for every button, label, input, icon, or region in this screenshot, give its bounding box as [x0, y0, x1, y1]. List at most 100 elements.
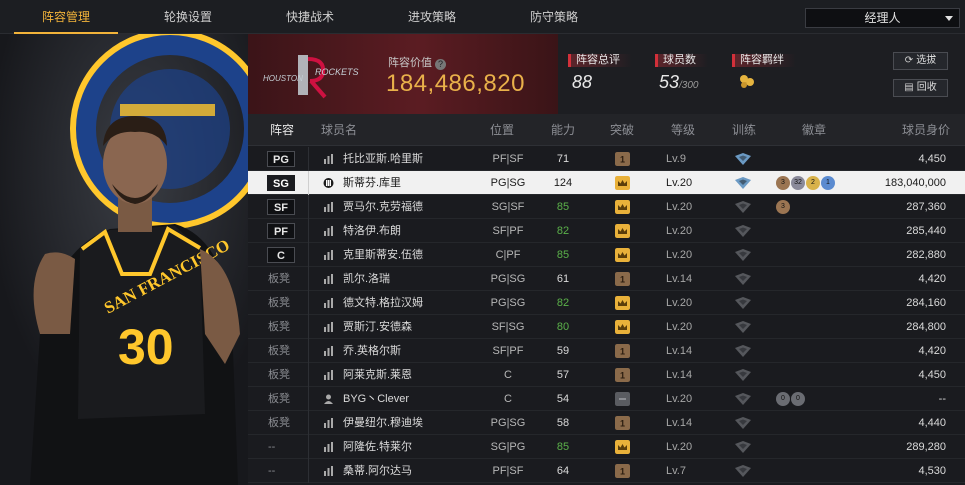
player-ability: 85	[556, 441, 570, 453]
table-row[interactable]: -- 阿隆佐.特莱尔 SG|PG 85 Lv.20 289,280	[248, 435, 965, 459]
player-value: 4,450	[918, 153, 946, 165]
break-level-icon: 1	[615, 344, 630, 358]
player-name[interactable]: 克里斯蒂安.伍德	[343, 243, 423, 267]
training-icon[interactable]	[734, 177, 752, 189]
player-name[interactable]: 凯尔.洛瑞	[343, 267, 390, 291]
badge-icon[interactable]: 3	[776, 200, 790, 214]
player-ability: 58	[556, 417, 570, 429]
players-count: 53	[659, 72, 680, 92]
training-icon[interactable]	[734, 273, 752, 285]
table-row[interactable]: C 克里斯蒂安.伍德 C|PF 85 Lv.20 282,880	[248, 243, 965, 267]
player-position: PF|SF	[492, 465, 524, 477]
slot-label: 板凳	[268, 393, 290, 405]
player-position: SG|SF	[491, 201, 525, 213]
training-icon[interactable]	[734, 321, 752, 333]
training-icon[interactable]	[734, 249, 752, 261]
training-icon[interactable]	[734, 465, 752, 477]
player-name[interactable]: 贾斯汀.安德森	[343, 315, 412, 339]
slot-badge[interactable]: PF	[267, 223, 295, 239]
slot-badge[interactable]: SG	[267, 175, 295, 191]
training-icon[interactable]	[734, 297, 752, 309]
training-icon[interactable]	[734, 201, 752, 213]
badge-list: 00	[776, 392, 806, 406]
table-row[interactable]: PF 特洛伊.布朗 SF|PF 82 Lv.20 285,440	[248, 219, 965, 243]
player-ability: 85	[556, 249, 570, 261]
rating-label: 阵容总评	[568, 54, 632, 67]
player-name[interactable]: 贾马尔.克劳福德	[343, 195, 423, 219]
slot-badge[interactable]: PG	[267, 151, 295, 167]
col-train: 训练	[732, 123, 757, 137]
training-icon[interactable]	[734, 369, 752, 381]
badge-icon[interactable]: 32	[791, 176, 805, 190]
badge-icon[interactable]: 1	[821, 176, 835, 190]
help-icon[interactable]: ?	[435, 59, 446, 70]
table-row[interactable]: SF 贾马尔.克劳福德 SG|SF 85 Lv.20 3 287,360	[248, 195, 965, 219]
stats-bars-icon	[324, 346, 333, 356]
player-name[interactable]: 特洛伊.布朗	[343, 219, 401, 243]
recycle-button[interactable]: ▤ 回收	[893, 79, 948, 97]
player-name[interactable]: 桑蒂.阿尔达马	[343, 459, 412, 483]
player-ability: 80	[556, 321, 570, 333]
table-row[interactable]: PG 托比亚斯.哈里斯 PF|SF 71 1 Lv.9 4,450	[248, 147, 965, 171]
table-row[interactable]: 板凳 乔.英格尔斯 SF|PF 59 1 Lv.14 4,420	[248, 339, 965, 363]
table-row[interactable]: 板凳 德文特.格拉汉姆 PG|SG 82 Lv.20 284,160	[248, 291, 965, 315]
slot-badge[interactable]: C	[267, 247, 295, 263]
player-name[interactable]: 托比亚斯.哈里斯	[343, 147, 423, 171]
training-icon[interactable]	[734, 345, 752, 357]
training-icon[interactable]	[734, 153, 752, 165]
table-row[interactable]: 板凳 凯尔.洛瑞 PG|SG 61 1 Lv.14 4,420	[248, 267, 965, 291]
row-divider	[308, 219, 309, 243]
player-value: 284,160	[906, 297, 946, 309]
badge-icon[interactable]: 2	[806, 176, 820, 190]
table-row[interactable]: -- 桑蒂.阿尔达马 PF|SF 64 1 Lv.7 4,530	[248, 459, 965, 483]
table-row[interactable]: SG 斯蒂芬.库里 PG|SG 124 Lv.20 3 32 2 1 183,040,000	[248, 171, 965, 195]
training-icon[interactable]	[734, 225, 752, 237]
table-row[interactable]: 板凳 贾斯汀.安德森 SF|SG 80 Lv.20 284,800	[248, 315, 965, 339]
row-divider	[308, 315, 309, 339]
crown-break-icon	[615, 200, 630, 214]
tab-rotation[interactable]: 轮换设置	[128, 0, 248, 34]
player-name[interactable]: 伊曼纽尔.穆迪埃	[343, 411, 423, 435]
player-name[interactable]: 乔.英格尔斯	[343, 339, 401, 363]
player-name[interactable]: 阿隆佐.特莱尔	[343, 435, 412, 459]
player-level: Lv.20	[666, 441, 693, 453]
stats-bars-icon	[324, 466, 333, 476]
player-name[interactable]: 德文特.格拉汉姆	[343, 291, 423, 315]
badge-icon[interactable]: 3	[776, 176, 790, 190]
player-name[interactable]: BYG丶Clever	[343, 387, 409, 411]
slot-label: --	[268, 465, 276, 477]
person-icon	[324, 394, 333, 404]
team-banner: HOUSTON ROCKETS 阵容价值? 184,486,820	[248, 34, 558, 114]
player-ability: 124	[553, 177, 573, 189]
table-row[interactable]: 板凳 伊曼纽尔.穆迪埃 PG|SG 58 1 Lv.14 4,440	[248, 411, 965, 435]
tab-defense[interactable]: 防守策略	[494, 0, 614, 34]
tab-offense[interactable]: 进攻策略	[372, 0, 492, 34]
player-value: 285,440	[906, 225, 946, 237]
training-icon[interactable]	[734, 417, 752, 429]
tab-quick-tactics[interactable]: 快捷战术	[250, 0, 370, 34]
training-icon[interactable]	[734, 393, 752, 405]
col-ability: 能力	[551, 123, 576, 137]
slot-badge[interactable]: SF	[267, 199, 295, 215]
player-value: 4,420	[918, 273, 946, 285]
break-level-icon: 1	[615, 272, 630, 286]
svg-text:1: 1	[620, 419, 625, 429]
table-row[interactable]: 板凳 阿莱克斯.莱恩 C 57 1 Lv.14 4,450	[248, 363, 965, 387]
choose-button[interactable]: ⟳ 选拔	[893, 52, 948, 70]
stats-bars-icon	[324, 154, 333, 164]
player-name[interactable]: 斯蒂芬.库里	[343, 171, 401, 195]
player-position: PG|SG	[490, 177, 526, 189]
row-divider	[308, 387, 309, 411]
player-name[interactable]: 阿莱克斯.莱恩	[343, 363, 412, 387]
bond-icon[interactable]	[738, 73, 756, 89]
badge-icon[interactable]: 0	[791, 392, 805, 406]
player-position: C	[504, 369, 512, 381]
tab-lineup[interactable]: 阵容管理	[6, 0, 126, 34]
row-divider	[308, 363, 309, 387]
player-ability: 64	[556, 465, 570, 477]
manager-select[interactable]: 经理人	[805, 8, 960, 28]
table-row[interactable]: 板凳 BYG丶Clever C 54 Lv.20 0 0 --	[248, 387, 965, 411]
badge-icon[interactable]: 0	[776, 392, 790, 406]
training-icon[interactable]	[734, 441, 752, 453]
row-divider	[308, 267, 309, 291]
